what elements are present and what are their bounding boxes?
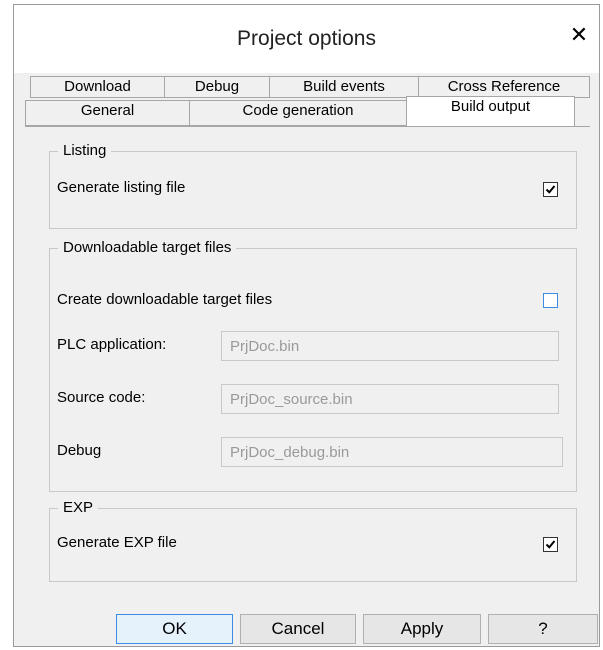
title-bar: Project options ✕ — [14, 5, 599, 73]
generate-listing-checkbox[interactable] — [543, 182, 558, 197]
debug-label: Debug — [57, 442, 102, 459]
tab-code-generation[interactable]: Code generation — [189, 100, 407, 126]
project-options-dialog: Project options ✕ Download Debug Build e… — [13, 4, 600, 647]
create-downloadable-label: Create downloadable target files — [57, 291, 273, 308]
listing-legend: Listing — [58, 142, 112, 159]
listing-group: Listing Generate listing file — [49, 142, 577, 229]
generate-listing-label: Generate listing file — [57, 179, 186, 196]
tab-general[interactable]: General — [25, 100, 190, 126]
build-output-panel: Listing Generate listing file Downloadab… — [25, 126, 590, 600]
source-code-input[interactable]: PrjDoc_source.bin — [221, 384, 559, 414]
tab-download[interactable]: Download — [30, 76, 165, 98]
exp-legend: EXP — [58, 499, 99, 516]
source-code-label: Source code: — [57, 389, 146, 406]
close-icon[interactable]: ✕ — [569, 23, 589, 47]
generate-exp-label: Generate EXP file — [57, 534, 177, 551]
dialog-title: Project options — [237, 27, 376, 50]
check-icon — [545, 185, 556, 194]
exp-group: EXP Generate EXP file — [49, 499, 577, 582]
cancel-button[interactable]: Cancel — [240, 614, 356, 644]
plc-application-label: PLC application: — [57, 336, 167, 353]
create-downloadable-checkbox[interactable] — [543, 293, 558, 308]
debug-input[interactable]: PrjDoc_debug.bin — [221, 437, 563, 467]
ok-button[interactable]: OK — [116, 614, 233, 644]
tab-debug[interactable]: Debug — [164, 76, 270, 98]
apply-button[interactable]: Apply — [363, 614, 481, 644]
tab-cross-reference[interactable]: Cross Reference — [418, 76, 590, 98]
downloadable-group: Downloadable target files Create downloa… — [49, 239, 577, 492]
tab-build-output[interactable]: Build output — [406, 96, 575, 127]
plc-application-input[interactable]: PrjDoc.bin — [221, 331, 559, 361]
check-icon — [545, 540, 556, 549]
downloadable-legend: Downloadable target files — [58, 239, 237, 256]
generate-exp-checkbox[interactable] — [543, 537, 558, 552]
tab-build-events[interactable]: Build events — [269, 76, 419, 98]
help-button[interactable]: ? — [488, 614, 598, 644]
